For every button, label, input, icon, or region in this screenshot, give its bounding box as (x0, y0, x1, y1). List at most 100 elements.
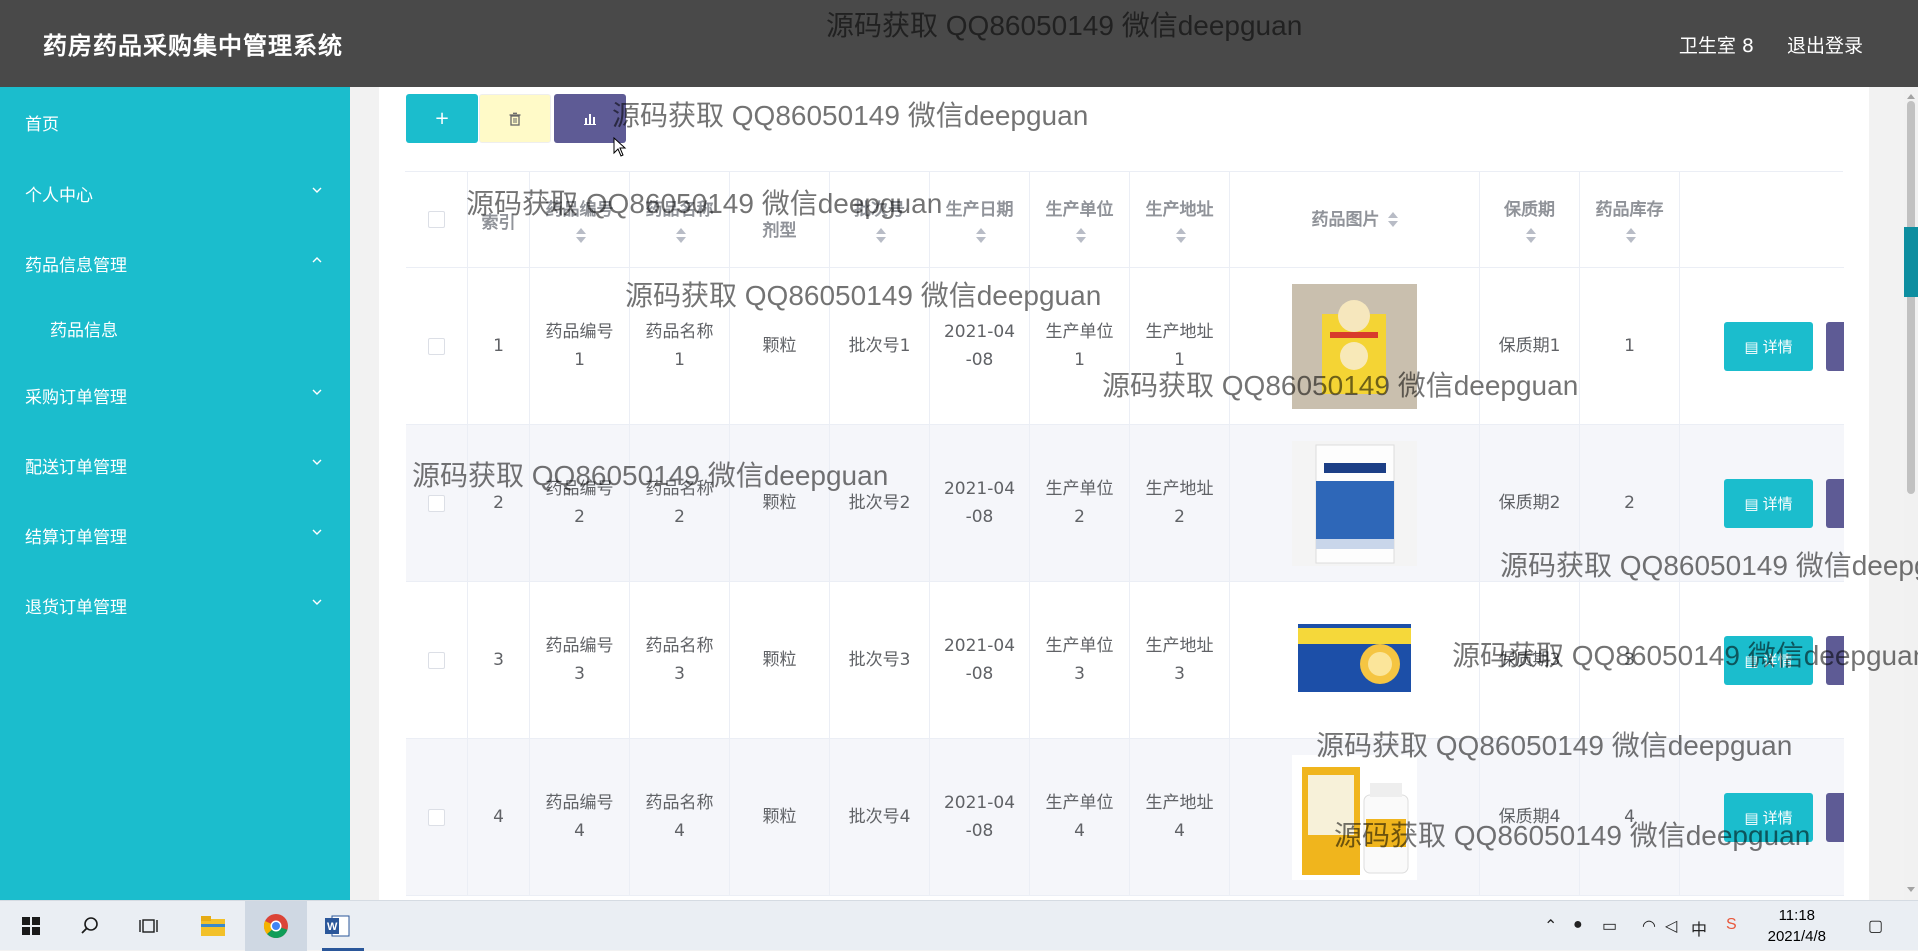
cell-name: 药品名称 4 (630, 739, 730, 895)
sort-icon[interactable] (974, 227, 986, 244)
chevron-down-icon (312, 599, 322, 605)
scrollbar-thumb[interactable] (1907, 101, 1915, 494)
cell-image (1230, 268, 1480, 424)
volume-icon[interactable]: ◁ (1665, 916, 1677, 936)
cell-shelf-life: 保质期4 (1480, 739, 1580, 895)
column-header-image[interactable]: 药品图片 (1230, 172, 1480, 267)
tray-expand-icon[interactable]: ⌃ (1544, 916, 1557, 936)
file-explorer-icon[interactable] (198, 911, 228, 941)
sort-icon[interactable] (874, 227, 886, 244)
sidebar: 首页 个人中心 药品信息管理 药品信息 采购订单管理 配送订单管理 结算订单管理… (0, 87, 350, 900)
tray-app-icon[interactable]: ● (1573, 916, 1583, 934)
word-icon[interactable]: W (322, 911, 352, 941)
page-scrollbar[interactable] (1904, 87, 1918, 900)
network-icon[interactable]: ◠ (1642, 916, 1656, 936)
drug-table: 索引 药品编号 药品名称 剂型 批次号 生产日期 生产单位 生产地址 药品图片 … (405, 171, 1844, 896)
ime-indicator[interactable]: 中 (1691, 916, 1707, 940)
sidebar-item-drug-info-management[interactable]: 药品信息管理 (0, 233, 350, 293)
column-header-maker[interactable]: 生产单位 (1030, 172, 1130, 267)
input-method-icon[interactable]: S (1726, 916, 1737, 934)
table-row[interactable]: 4 药品编号 4 药品名称 4 颗粒 批次号4 2021-04 -08 生产单位 4 生… (406, 739, 1844, 896)
top-bar: 药房药品采购集中管理系统 卫生室 8 退出登录 (0, 0, 1918, 87)
document-icon: ▤ (1744, 808, 1759, 827)
sidebar-item-purchase-orders[interactable]: 采购订单管理 (0, 365, 350, 425)
column-header-shelf-life[interactable]: 保质期 (1480, 172, 1580, 267)
cell-index: 4 (468, 739, 530, 895)
delete-button[interactable] (479, 94, 551, 143)
sidebar-item-label: 采购订单管理 (25, 387, 127, 408)
more-action-button[interactable] (1826, 479, 1844, 528)
cell-actions: ▤ 详情 (1680, 268, 1844, 424)
logout-link[interactable]: 退出登录 (1787, 31, 1863, 58)
detail-button[interactable]: ▤ 详情 (1724, 479, 1813, 528)
sidebar-item-drug-info[interactable]: 药品信息 (0, 298, 350, 358)
table-row[interactable]: 2 药品编号 2 药品名称 2 颗粒 批次号2 2021-04 -08 生产单位 2 生… (406, 425, 1844, 582)
column-header-code[interactable]: 药品编号 (530, 172, 630, 267)
battery-icon[interactable]: ▭ (1602, 916, 1617, 936)
column-header-batch[interactable]: 批次号 (830, 172, 930, 267)
svg-text:W: W (327, 921, 338, 933)
cell-image (1230, 582, 1480, 738)
detail-button[interactable]: ▤ 详情 (1724, 322, 1813, 371)
side-panel-grip[interactable] (1904, 227, 1918, 297)
table-header: 索引 药品编号 药品名称 剂型 批次号 生产日期 生产单位 生产地址 药品图片 … (406, 172, 1844, 268)
current-user: 卫生室 8 (1678, 35, 1754, 57)
cell-shelf-life: 保质期1 (1480, 268, 1580, 424)
sidebar-item-return-orders[interactable]: 退货订单管理 (0, 575, 350, 635)
sort-icon[interactable] (1386, 211, 1398, 228)
column-header-form[interactable]: 剂型 (730, 172, 830, 267)
cell-form: 颗粒 (730, 739, 830, 895)
row-checkbox[interactable] (428, 808, 445, 826)
sidebar-item-delivery-orders[interactable]: 配送订单管理 (0, 435, 350, 495)
row-checkbox[interactable] (428, 337, 445, 355)
cell-index: 2 (468, 425, 530, 581)
cell-maker: 生产单位 2 (1030, 425, 1130, 581)
column-header-date[interactable]: 生产日期 (930, 172, 1030, 267)
drug-image (1292, 283, 1417, 409)
drug-image (1292, 597, 1417, 723)
cell-code: 药品编号 4 (530, 739, 630, 895)
column-header-name[interactable]: 药品名称 (630, 172, 730, 267)
table-row[interactable]: 3 药品编号 3 药品名称 3 颗粒 批次号3 2021-04 -08 生产单位 3 生… (406, 582, 1844, 739)
scroll-up-arrow-icon[interactable] (1907, 90, 1915, 99)
sort-icon[interactable] (1624, 227, 1636, 244)
chrome-icon[interactable] (261, 911, 291, 941)
row-checkbox[interactable] (428, 651, 445, 669)
cell-form: 颗粒 (730, 582, 830, 738)
task-view-icon[interactable] (135, 911, 165, 941)
more-action-button[interactable] (1826, 793, 1844, 842)
detail-button[interactable]: ▤ 详情 (1724, 793, 1813, 842)
cell-stock: 2 (1580, 425, 1680, 581)
detail-button[interactable]: ▤ 详情 (1724, 636, 1813, 685)
search-icon[interactable] (75, 911, 105, 941)
sort-icon[interactable] (1174, 227, 1186, 244)
column-header-address[interactable]: 生产地址 (1130, 172, 1230, 267)
row-checkbox[interactable] (428, 494, 445, 512)
sidebar-item-settlement-orders[interactable]: 结算订单管理 (0, 505, 350, 565)
sort-icon[interactable] (674, 227, 686, 244)
chevron-down-icon (312, 389, 322, 395)
column-header-stock[interactable]: 药品库存 (1580, 172, 1680, 267)
sort-icon[interactable] (574, 227, 586, 244)
more-action-button[interactable] (1826, 322, 1844, 371)
more-action-button[interactable] (1826, 636, 1844, 685)
cell-index: 1 (468, 268, 530, 424)
column-header-index[interactable]: 索引 (468, 172, 530, 267)
sidebar-item-home[interactable]: 首页 (0, 92, 350, 152)
statistics-button[interactable] (554, 94, 626, 143)
windows-start-icon[interactable] (16, 911, 46, 941)
select-all-checkbox[interactable] (428, 211, 445, 228)
sidebar-item-personal-center[interactable]: 个人中心 (0, 163, 350, 223)
plus-icon: + (434, 108, 450, 129)
cell-date: 2021-04 -08 (930, 582, 1030, 738)
add-button[interactable]: + (406, 94, 478, 143)
sort-icon[interactable] (1524, 227, 1536, 244)
cell-actions: ▤ 详情 (1680, 425, 1844, 581)
cell-date: 2021-04 -08 (930, 425, 1030, 581)
cell-address: 生产地址 3 (1130, 582, 1230, 738)
sort-icon[interactable] (1074, 227, 1086, 244)
table-row[interactable]: 1 药品编号 1 药品名称 1 颗粒 批次号1 2021-04 -08 生产单位 1 生… (406, 268, 1844, 425)
notification-icon[interactable]: ▢ (1868, 916, 1883, 936)
taskbar-clock[interactable]: 11:18 2021/4/8 (1768, 905, 1826, 947)
scroll-down-arrow-icon[interactable] (1907, 887, 1915, 896)
